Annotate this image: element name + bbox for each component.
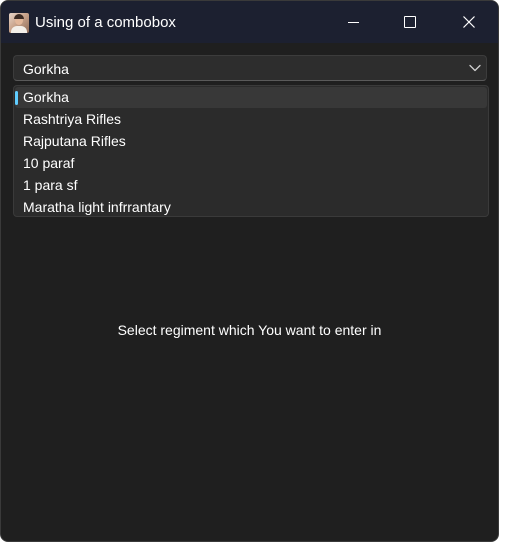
app-window: Using of a combobox Gorkha Gorkha Rashtr… xyxy=(0,0,499,542)
option-rajputana-rifles[interactable]: Rajputana Rifles xyxy=(15,131,487,152)
close-button[interactable] xyxy=(446,1,492,43)
chevron-down-icon[interactable] xyxy=(468,61,482,75)
regiment-combobox[interactable]: Gorkha xyxy=(13,55,487,81)
option-1-para-sf[interactable]: 1 para sf xyxy=(15,175,487,196)
user-photo-icon xyxy=(9,13,29,33)
minimize-button[interactable] xyxy=(330,1,376,43)
window-title: Using of a combobox xyxy=(35,14,176,31)
minimize-icon xyxy=(347,21,359,23)
maximize-icon xyxy=(404,16,416,28)
combobox-dropdown-list: Gorkha Rashtriya Rifles Rajputana Rifles… xyxy=(13,85,489,217)
option-label: Gorkha xyxy=(23,89,69,105)
title-bar[interactable]: Using of a combobox xyxy=(1,1,498,43)
option-label: 1 para sf xyxy=(23,177,78,193)
option-label: Maratha light infrrantary xyxy=(23,199,171,215)
option-label: Rajputana Rifles xyxy=(23,133,126,149)
option-rashtriya-rifles[interactable]: Rashtriya Rifles xyxy=(15,109,487,130)
option-label: Rashtriya Rifles xyxy=(23,111,122,127)
prompt-label: Select regiment which You want to enter … xyxy=(117,322,382,338)
option-gorkha[interactable]: Gorkha xyxy=(15,87,487,108)
maximize-button[interactable] xyxy=(387,1,433,43)
option-maratha-light-infrrantary[interactable]: Maratha light infrrantary xyxy=(15,197,487,218)
selection-indicator xyxy=(15,91,18,105)
combobox-selected-value: Gorkha xyxy=(23,61,69,77)
option-label: 10 paraf xyxy=(23,155,75,171)
close-icon xyxy=(463,16,475,28)
option-10-paraf[interactable]: 10 paraf xyxy=(15,153,487,174)
